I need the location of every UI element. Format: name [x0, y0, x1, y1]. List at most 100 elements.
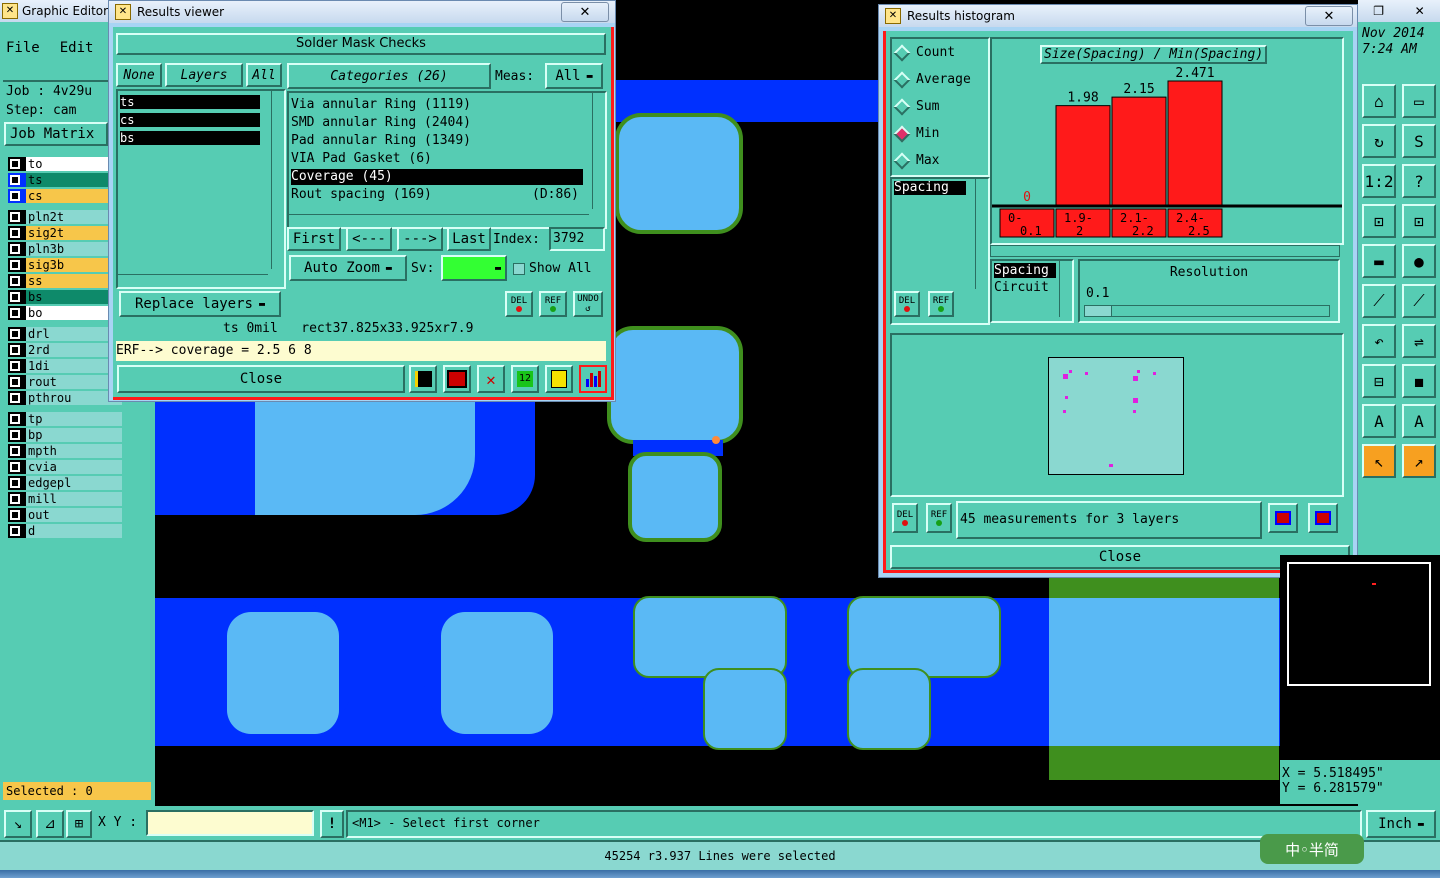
vertical-scrollbar[interactable] [592, 93, 605, 209]
histogram-scrollbar[interactable] [990, 245, 1340, 257]
layer-row[interactable]: mill [8, 491, 122, 506]
index-input[interactable]: 3792 [549, 227, 605, 251]
slider-thumb[interactable] [1085, 306, 1112, 316]
layer-checkbox[interactable] [8, 374, 26, 389]
layers-icon[interactable]: ⊟ [1362, 364, 1396, 398]
option-average[interactable]: Average [893, 71, 971, 88]
ref-button[interactable]: REF [539, 291, 567, 317]
close-button[interactable]: Close [117, 365, 405, 393]
category-item[interactable]: Rout spacing (169) (D:86) [291, 187, 583, 203]
first-button[interactable]: First [287, 227, 341, 251]
export-icon[interactable] [1268, 503, 1298, 533]
list-item[interactable]: bs [120, 131, 260, 145]
report-icon[interactable] [545, 365, 573, 393]
layer-row[interactable]: bo [8, 305, 122, 320]
layer-checkbox[interactable] [8, 209, 26, 224]
histogram-bar[interactable] [1055, 105, 1111, 206]
vertical-scrollbar[interactable] [1059, 261, 1072, 317]
layer-row[interactable]: rout [8, 374, 122, 389]
layer-row[interactable]: 1di [8, 358, 122, 373]
layer-select-list[interactable]: ts cs bs [116, 89, 286, 289]
layer-checkbox[interactable] [8, 257, 26, 272]
alert-icon[interactable]: ! [320, 810, 344, 838]
ruler-icon[interactable]: ▬ [1362, 244, 1396, 278]
layer-row[interactable]: to [8, 156, 122, 171]
scale-icon[interactable]: 1:2 [1362, 164, 1396, 198]
last-button[interactable]: Last [447, 227, 491, 251]
vertical-scrollbar[interactable] [271, 91, 284, 269]
list-item[interactable]: ts [120, 95, 260, 109]
layer-checkbox[interactable] [8, 427, 26, 442]
line-alt-icon[interactable]: ⟋ [1402, 284, 1436, 318]
loop-icon[interactable]: ↻ [1362, 124, 1396, 158]
category-item[interactable]: SMD annular Ring (2404) [291, 115, 583, 131]
del-button[interactable]: DEL [505, 291, 533, 317]
del-button[interactable]: DEL [892, 503, 918, 533]
flag-icon[interactable] [409, 365, 437, 393]
layer-row[interactable]: edgepl [8, 475, 122, 490]
text-a-icon[interactable]: A [1362, 404, 1396, 438]
layer-checkbox[interactable] [8, 305, 26, 320]
horizontal-scrollbar[interactable] [289, 214, 589, 227]
list-item[interactable]: cs [120, 113, 260, 127]
layer-checkbox[interactable] [8, 443, 26, 458]
layer-row[interactable]: tp [8, 411, 122, 426]
spacing-list[interactable]: Spacing Circuit [990, 259, 1074, 323]
auto-zoom-dropdown[interactable]: Auto Zoom ▬ [289, 255, 407, 281]
layer-checkbox[interactable] [8, 358, 26, 373]
layer-row[interactable]: drl [8, 326, 122, 341]
home-icon[interactable]: ⌂ [1362, 84, 1396, 118]
layer-checkbox[interactable] [8, 491, 26, 506]
close-window-button[interactable]: ✕ [561, 2, 609, 22]
menu-edit[interactable]: Edit [60, 40, 94, 56]
category-item[interactable]: VIA Pad Gasket (6) [291, 151, 583, 167]
histogram-bar[interactable] [1111, 96, 1167, 206]
category-item[interactable]: Pad annular Ring (1349) [291, 133, 583, 149]
job-matrix-button[interactable]: Job Matrix [4, 122, 108, 146]
layer-checkbox[interactable] [8, 411, 26, 426]
layer-checkbox[interactable] [8, 188, 26, 203]
option-max[interactable]: Max [893, 152, 939, 169]
help-icon[interactable]: ? [1402, 164, 1436, 198]
measure-tool-icon[interactable]: ⊿ [36, 810, 64, 838]
split-icon[interactable]: ⇌ [1402, 324, 1436, 358]
tab-all[interactable]: All [246, 63, 282, 87]
layer-row[interactable]: bs [8, 289, 122, 304]
text-a-alt-icon[interactable]: A [1402, 404, 1436, 438]
option-sum[interactable]: Sum [893, 98, 939, 115]
line-icon[interactable]: ⟋ [1362, 284, 1396, 318]
histogram-bar[interactable] [1167, 80, 1223, 206]
layer-row[interactable]: ts [8, 172, 122, 187]
layer-checkbox[interactable] [8, 241, 26, 256]
layer-row[interactable]: pln3b [8, 241, 122, 256]
list-item-spacing[interactable]: Spacing [894, 181, 966, 195]
layer-checkbox[interactable] [8, 172, 26, 187]
rotate-icon[interactable]: ↶ [1362, 324, 1396, 358]
layer-row[interactable]: cvia [8, 459, 122, 474]
window-icon[interactable]: ▭ [1402, 84, 1436, 118]
pointer-icon[interactable]: ↖ [1362, 444, 1396, 478]
undo-button[interactable]: UNDO ↺ [573, 291, 603, 317]
restore-icon[interactable]: ❐ [1373, 4, 1384, 18]
layer-row[interactable]: sig3b [8, 257, 122, 272]
layer-checkbox[interactable] [8, 156, 26, 171]
image-icon[interactable] [443, 365, 471, 393]
tab-none[interactable]: None [116, 63, 162, 87]
mini-map[interactable] [1280, 555, 1440, 760]
del-button[interactable]: DEL [894, 291, 920, 317]
layer-row[interactable]: d [8, 523, 122, 538]
list-item-spacing[interactable]: Spacing [994, 263, 1056, 278]
erf-crossed-icon[interactable]: ✕ [477, 365, 505, 393]
layer-row[interactable]: cs [8, 188, 122, 203]
layer-row[interactable]: sig2t [8, 225, 122, 240]
layer-checkbox[interactable] [8, 289, 26, 304]
option-min[interactable]: Min [893, 125, 939, 142]
ref-button[interactable]: REF [928, 291, 954, 317]
horizontal-scrollbar[interactable] [118, 274, 268, 287]
category-list[interactable]: Via annular Ring (1119) SMD annular Ring … [287, 91, 607, 229]
route-icon[interactable]: ↗ [1402, 444, 1436, 478]
tab-layers[interactable]: Layers [165, 63, 243, 87]
layer-checkbox[interactable] [8, 273, 26, 288]
replace-layers-dropdown[interactable]: Replace layers ▬ [119, 291, 281, 317]
layer-checkbox[interactable] [8, 475, 26, 490]
